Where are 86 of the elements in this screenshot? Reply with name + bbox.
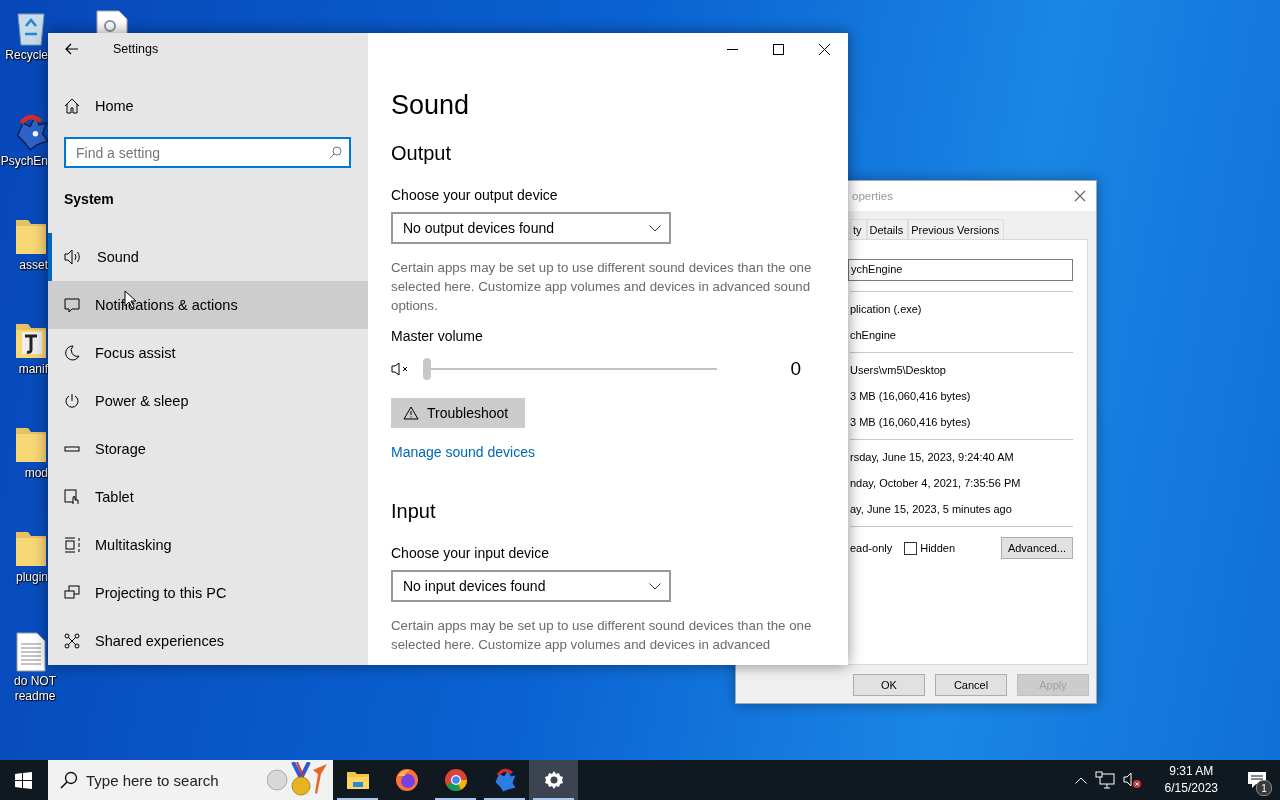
volume-slider[interactable]	[423, 358, 717, 380]
hidden-checkbox[interactable]: Hidden	[904, 541, 956, 555]
back-arrow-icon[interactable]	[65, 43, 79, 55]
search-icon	[329, 146, 342, 159]
folder-icon	[345, 770, 370, 790]
page-title: Sound	[391, 89, 470, 122]
description-text: Certain apps may be set up to use different sound devices than the one selected here. Customize app volumes and devices in advanced sound options.	[391, 259, 813, 315]
advanced-button[interactable]: Advanced...	[1000, 537, 1073, 559]
dialog-tab[interactable]: Previous Versions	[908, 219, 1005, 239]
home-nav-item[interactable]: Home	[48, 82, 368, 130]
dialog-button[interactable]: Cancel	[935, 674, 1007, 696]
multitask-icon	[64, 537, 80, 553]
property-value: 3 MB (16,060,416 bytes)	[850, 415, 972, 429]
troubleshoot-button[interactable]: Troubleshoot	[391, 398, 525, 428]
fox-globe-icon	[394, 768, 419, 792]
section-heading: Output	[391, 141, 452, 166]
property-value: plication (.exe)	[850, 302, 923, 316]
attribute-label: ead-only	[850, 542, 893, 554]
output-device-dropdown[interactable]: No output devices found	[391, 212, 671, 244]
chrome-icon	[443, 768, 468, 792]
tablet-icon	[64, 489, 80, 505]
icon-label: asset	[19, 258, 48, 272]
taskbar-search-field[interactable]: Type here to search	[48, 760, 333, 800]
speaker-icon	[64, 249, 82, 265]
chevron-up-icon[interactable]	[1074, 776, 1087, 784]
screens-icon	[64, 585, 80, 601]
clock-date[interactable]: 6/15/2023	[1164, 780, 1218, 797]
section-heading: System	[64, 190, 115, 209]
nav-item[interactable]: Focus assist	[48, 329, 368, 377]
window-title: Settings	[113, 42, 159, 56]
dialog-tab[interactable]: Details	[866, 219, 909, 239]
nav-item[interactable]: Notifications & actions	[48, 281, 368, 329]
chevron-down-icon	[649, 224, 661, 232]
field-label: Master volume	[391, 327, 483, 346]
property-value: chEngine	[850, 328, 897, 342]
search-icon	[60, 771, 78, 789]
windows-logo-icon[interactable]	[15, 771, 32, 789]
nav-item[interactable]: Shared experiences	[48, 617, 368, 665]
icon-label: Recycle	[5, 48, 48, 62]
settings-icon	[543, 770, 564, 790]
notification-badge: 1	[1256, 780, 1272, 796]
property-value: Users\vm5\Desktop	[850, 363, 947, 377]
clock-time[interactable]: 9:31 AM	[1169, 763, 1214, 780]
maximize-icon[interactable]	[773, 43, 784, 55]
field-label: Choose your input device	[391, 544, 549, 563]
message-icon	[64, 297, 80, 313]
nav-item[interactable]: Projecting to this PC	[48, 569, 368, 617]
warning-icon	[403, 406, 419, 420]
dialog-button[interactable]: OK	[853, 674, 925, 696]
search-field[interactable]: Find a setting	[64, 137, 351, 168]
manage-devices-link[interactable]: Manage sound devices	[391, 444, 535, 460]
icon-label: mod	[24, 466, 48, 480]
nav-item[interactable]: Storage	[48, 425, 368, 473]
taskbar-app-button[interactable]	[529, 760, 578, 800]
volume-reading: 0	[790, 358, 801, 380]
nav-item[interactable]: Power & sleep	[48, 377, 368, 425]
moon-icon	[64, 345, 80, 361]
dialog-tab[interactable]: ty	[850, 219, 867, 239]
icon-label: manif	[18, 362, 48, 376]
nav-item[interactable]: Multitasking	[48, 521, 368, 569]
name-field[interactable]: ychEngine	[848, 259, 1073, 281]
share-icon	[64, 633, 80, 649]
slider-thumb[interactable]	[423, 358, 431, 380]
network-icon[interactable]	[1094, 771, 1115, 789]
field-label: Choose your output device	[391, 186, 558, 205]
property-value: rsday, June 15, 2023, 9:24:40 AM	[850, 450, 1015, 464]
nav-item[interactable]: Tablet	[48, 473, 368, 521]
section-heading: Input	[391, 499, 436, 524]
file-icon[interactable]	[96, 10, 128, 34]
app-icon[interactable]	[14, 112, 48, 152]
icon-label: PsychEn	[0, 154, 48, 168]
description-text: Certain apps may be set up to use different sound devices than the one selected here. Customize app volumes and devices in advanced	[391, 617, 813, 654]
property-value: nday, October 4, 2021, 7:35:56 PM	[850, 476, 1022, 490]
power-icon	[64, 393, 80, 409]
icon-label: do NOT readme	[13, 674, 57, 704]
property-value: 3 MB (16,060,416 bytes)	[850, 389, 972, 403]
app-icon	[492, 768, 517, 792]
dialog-title: operties	[852, 190, 893, 202]
icon-label: plugin	[15, 570, 48, 584]
home-icon	[64, 98, 80, 114]
chevron-down-icon	[649, 582, 661, 590]
close-icon[interactable]	[819, 43, 830, 55]
input-device-dropdown[interactable]: No input devices found	[391, 570, 671, 602]
muted-speaker-icon[interactable]	[1122, 771, 1143, 789]
text-file-icon[interactable]	[16, 632, 46, 672]
property-value: ay, June 15, 2023, 5 minutes ago	[850, 502, 1013, 516]
